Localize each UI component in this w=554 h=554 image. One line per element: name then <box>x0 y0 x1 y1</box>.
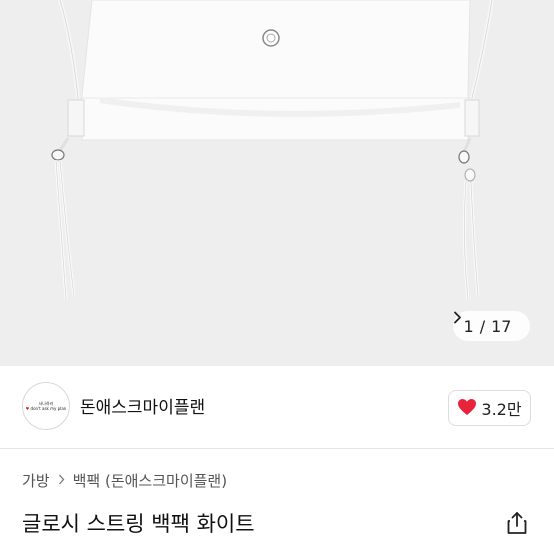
seller-avatar[interactable]: 사나하라 ♥ don't ask my plan <box>22 382 70 430</box>
seller-name[interactable]: 돈애스크마이플랜 <box>80 393 205 418</box>
total-images: 17 <box>491 316 512 336</box>
share-icon[interactable] <box>504 510 530 536</box>
product-image-gallery[interactable]: 1 / 17 <box>0 0 554 366</box>
breadcrumb-level2[interactable]: 백팩 (돈애스크마이플랜) <box>73 470 227 491</box>
counter-divider: / <box>479 316 486 336</box>
seller-info: 사나하라 ♥ don't ask my plan 돈애스크마이플랜 3.2만 <box>0 366 554 449</box>
current-image-index: 1 <box>463 316 474 336</box>
breadcrumb-level1[interactable]: 가방 <box>22 470 50 491</box>
heart-icon <box>457 398 477 419</box>
avatar-text-bottom: ♥ don't ask my plan <box>26 406 67 411</box>
breadcrumb: 가방 백팩 (돈애스크마이플랜) <box>22 470 227 491</box>
avatar-heart-icon: ♥ <box>25 406 30 411</box>
chevron-right-icon <box>58 473 65 489</box>
avatar-text-line2: don't ask my plan <box>30 406 67 411</box>
product-title: 글로시 스트링 백팩 화이트 <box>22 512 255 536</box>
like-button[interactable]: 3.2만 <box>448 390 531 426</box>
like-count: 3.2만 <box>481 400 522 419</box>
avatar-logo: 사나하라 ♥ don't ask my plan <box>26 401 67 411</box>
image-counter[interactable]: 1 / 17 <box>453 311 530 341</box>
